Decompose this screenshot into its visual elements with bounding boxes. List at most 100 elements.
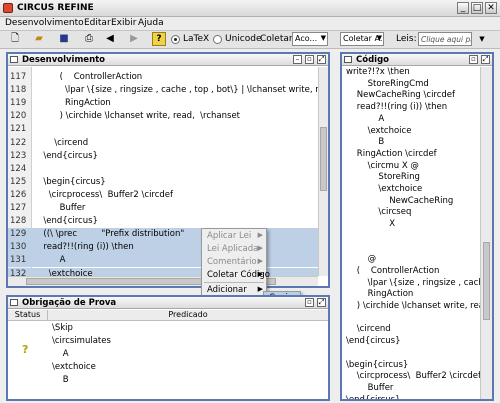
menu-item-label: Adicionar — [207, 285, 247, 295]
toolbar: 🗋 ▰ ■ ⎙ ◀ ▶ ? LaTeX Unicode Coletar Aco.… — [0, 31, 500, 49]
menu-separator — [204, 282, 264, 283]
leis-dropdown-icon[interactable]: ▼ — [476, 32, 488, 46]
unicode-label: Unicode — [225, 34, 262, 44]
leis-label: Leis: — [396, 34, 417, 44]
codigo-line: StoreRingCmd — [346, 78, 429, 89]
predicado-line: A — [52, 349, 69, 359]
menu-editar[interactable]: Editar — [84, 18, 111, 28]
codigo-editor[interactable]: write?!?x \then StoreRingCmd NewCacheRin… — [342, 67, 480, 399]
code-line[interactable]: 121 — [8, 123, 318, 136]
new-file-icon[interactable]: 🗋 — [8, 32, 22, 46]
panel-restore-icon[interactable]: ▫ — [305, 55, 314, 64]
submenu-arrow-icon: ▶ — [257, 270, 263, 278]
codigo-panel: Código ▫ ⤢ write?!?x \then StoreRingCmd … — [340, 52, 494, 401]
line-number: 127 — [10, 203, 27, 213]
codigo-line: StoreRing — [346, 172, 420, 183]
desenvolvimento-vscrollbar[interactable] — [318, 67, 328, 276]
line-number: 122 — [10, 137, 27, 148]
code-line[interactable]: 122 \circend — [8, 137, 318, 150]
code-line[interactable]: 128 \end{circus} — [8, 215, 318, 228]
line-number: 119 — [10, 98, 27, 109]
code-line[interactable]: 129 ((\ \prec "Prefix distribution" — [8, 228, 318, 242]
codigo-line: NewCacheRing — [346, 195, 454, 206]
code-line[interactable]: 120 ) \circhide \lchanset write, read, \… — [8, 110, 318, 123]
menu-item-coment-rio[interactable]: Comentário: ▶ — [202, 256, 266, 269]
code-line[interactable]: 118 \lpar \{size , ringsize , cache , to… — [8, 84, 318, 97]
open-folder-icon[interactable]: ▰ — [32, 32, 46, 46]
code-line[interactable]: 117 ( ControllerAction — [8, 71, 318, 84]
code-line[interactable]: 131 A — [8, 254, 318, 268]
print-icon[interactable]: ⎙ — [82, 32, 96, 46]
menu-item-coletar-c-digo[interactable]: Coletar Código ▶ — [202, 269, 270, 282]
scroll-thumb[interactable] — [320, 127, 327, 191]
codigo-line: ( ControllerAction — [346, 265, 440, 276]
forward-icon[interactable]: ▶ — [127, 32, 141, 46]
help-icon[interactable]: ? — [152, 32, 166, 46]
minimize-button[interactable]: _ — [457, 2, 469, 14]
line-number: 117 — [10, 72, 27, 82]
line-text: ) \circhide \lchanset write, read, \rcha… — [38, 111, 241, 122]
line-text: \end{circus} — [38, 150, 98, 161]
code-line[interactable]: 126 \circprocess\ Buffer2 \circdef — [8, 189, 318, 202]
codigo-vscrollbar[interactable] — [480, 67, 492, 399]
menu-desenvolvimento[interactable]: Desenvolvimento — [5, 18, 84, 28]
leis-search-input[interactable]: Clique aqui para sel... — [418, 32, 472, 46]
code-line[interactable]: 123 \end{circus} — [8, 150, 318, 163]
panel-maximize-icon[interactable]: ⤢ — [317, 298, 326, 307]
codigo-line: RingAction — [346, 289, 414, 300]
coletar-label: Coletar — [260, 34, 293, 44]
code-line[interactable]: 132 \extchoice — [8, 267, 318, 277]
column-status-header[interactable]: Status — [8, 310, 48, 321]
scroll-thumb[interactable] — [483, 242, 490, 320]
code-line[interactable]: 130 read?!!(ring (i)) \then — [8, 241, 318, 255]
code-line[interactable]: 124 — [8, 163, 318, 176]
submenu-arrow-icon: ▶ — [257, 231, 263, 239]
code-line[interactable]: 119 RingAction — [8, 97, 318, 110]
panel-icon — [10, 56, 18, 63]
desenvolvimento-hscrollbar[interactable] — [8, 276, 318, 286]
chevron-down-icon: ▼ — [376, 34, 382, 42]
line-text: \end{circus} — [38, 216, 98, 227]
codigo-line: \end{circus} — [346, 395, 401, 399]
panel-minimize-icon[interactable]: – — [293, 55, 302, 64]
menu-bar: Desenvolvimento Editar Exibir Ajuda — [0, 17, 500, 31]
codigo-line: NewCacheRing \circdef — [346, 90, 456, 101]
menu-exibir[interactable]: Exibir — [111, 18, 136, 28]
panel-maximize-icon[interactable]: ⤢ — [481, 55, 490, 64]
line-number: 132 — [10, 268, 27, 277]
desenvolvimento-panel: Desenvolvimento – ▫ ⤢ 117 ( ControllerAc… — [6, 52, 330, 288]
line-number: 124 — [10, 163, 27, 174]
menu-item-aplicar-lei[interactable]: Aplicar Lei ▶ — [202, 230, 266, 243]
unicode-radio[interactable] — [213, 35, 222, 44]
coletar-a-combo[interactable]: Coletar A... ▼ — [340, 32, 384, 46]
code-line[interactable]: 127 Buffer — [8, 202, 318, 215]
desenvolvimento-editor[interactable]: 117 ( ControllerAction 118 \lpar \{size ,… — [8, 67, 318, 276]
line-text: \begin{circus} — [38, 176, 106, 187]
codigo-line: write?!?x \then — [346, 67, 410, 77]
close-button[interactable]: ✕ — [485, 2, 497, 14]
coletar-combo[interactable]: Aco... ▼ — [292, 32, 328, 46]
code-line[interactable]: 125 \begin{circus} — [8, 176, 318, 189]
back-icon[interactable]: ◀ — [103, 32, 117, 46]
maximize-button[interactable]: □ — [471, 2, 483, 14]
save-icon[interactable]: ■ — [57, 32, 71, 46]
menu-ajuda[interactable]: Ajuda — [138, 18, 164, 28]
obrigacao-panel: Obrigação de Prova ▫ ⤢ Status Predicado … — [6, 295, 330, 401]
predicado-line: \circsimulates — [52, 336, 111, 346]
line-text: ( ControllerAction — [38, 72, 143, 82]
line-number: 118 — [10, 85, 27, 96]
latex-radio[interactable] — [171, 35, 180, 44]
panel-restore-icon[interactable]: ▫ — [469, 55, 478, 64]
codigo-line: \begin{circus} — [346, 359, 409, 370]
line-text: ((\ \prec "Prefix distribution" — [38, 229, 185, 240]
submenu-arrow-icon: ▶ — [257, 257, 263, 265]
panel-maximize-icon[interactable]: ⤢ — [317, 55, 326, 64]
codigo-line: \lpar \{size , ringsize , cache — [346, 277, 480, 288]
chevron-down-icon: ▼ — [320, 34, 326, 42]
codigo-header: Código ▫ ⤢ — [342, 54, 492, 66]
panel-restore-icon[interactable]: ▫ — [305, 298, 314, 307]
menu-item-lei-aplicada[interactable]: Lei Aplicada ▶ — [202, 243, 266, 256]
line-text: RingAction — [38, 98, 111, 109]
desenvolvimento-title: Desenvolvimento — [22, 55, 106, 65]
column-predicado-header[interactable]: Predicado — [48, 310, 328, 321]
